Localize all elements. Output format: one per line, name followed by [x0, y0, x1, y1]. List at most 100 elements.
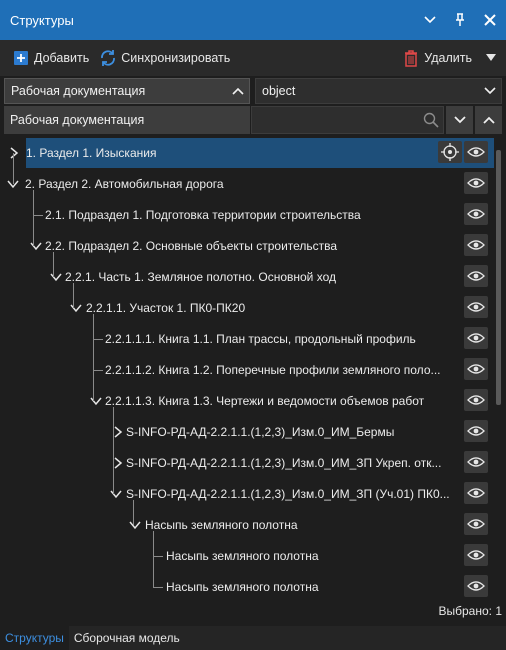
structure-tree: 1. Раздел 1. Изыскания 2. Раздел 2. Автом… [0, 138, 506, 598]
eye-icon[interactable] [464, 575, 488, 597]
search-input[interactable] [251, 106, 444, 134]
tree-node-label: S-INFO-РД-АД-2.2.1.1.(1,2,3)_Изм.0_ИМ_ЗП… [126, 487, 450, 501]
add-button-label: Добавить [34, 51, 90, 65]
tree-connector-line [93, 370, 103, 371]
eye-icon[interactable] [464, 513, 488, 535]
trash-icon [402, 49, 420, 67]
tree-connector-line [13, 153, 14, 184]
pin-icon [456, 13, 464, 26]
tree-connector-line [153, 556, 163, 557]
eye-icon[interactable] [464, 482, 488, 504]
pin-button[interactable] [446, 6, 474, 34]
eye-icon[interactable] [464, 389, 488, 411]
expand-chevron-down-icon[interactable] [70, 301, 82, 315]
tab-structures[interactable]: Структуры [0, 626, 69, 650]
selected-count: Выбрано: 1 [438, 604, 503, 618]
expand-chevron-down-icon[interactable] [90, 394, 102, 408]
sync-button[interactable]: Синхронизировать [95, 44, 234, 72]
search-icon [423, 112, 439, 128]
tree-node[interactable]: Насыпь земляного полотна [0, 510, 494, 540]
tree-node-label: 2. Раздел 2. Автомобильная дорога [25, 177, 224, 191]
tree-connector-line [113, 407, 114, 494]
eye-icon[interactable] [464, 234, 488, 256]
tree-node-label: 2.2.1.1.3. Книга 1.3. Чертежи и ведомост… [105, 394, 425, 408]
selector-row: Рабочая документация object [0, 78, 506, 104]
tree-node-label: Насыпь земляного полотна [166, 549, 319, 563]
eye-icon[interactable] [464, 203, 488, 225]
filter-row: Рабочая документация [0, 106, 506, 134]
eye-icon[interactable] [464, 358, 488, 380]
documentation-type-select[interactable]: Рабочая документация [4, 78, 250, 104]
chevron-down-icon [479, 87, 501, 95]
close-icon [484, 14, 496, 26]
expand-chevron-down-icon[interactable] [129, 518, 141, 532]
eye-icon[interactable] [464, 420, 488, 442]
tree-node[interactable]: Насыпь земляного полотна [0, 572, 494, 602]
chevron-down-icon [424, 16, 436, 24]
close-button[interactable] [476, 6, 504, 34]
tree-node-label: 2.2.1. Часть 1. Земляное полотно. Основн… [65, 270, 336, 284]
tree-node[interactable]: S-INFO-РД-АД-2.2.1.1.(1,2,3)_Изм.0_ИМ_ЗП… [0, 479, 494, 509]
chevron-down-icon [453, 116, 466, 124]
panel-titlebar: Структуры [0, 0, 506, 40]
sync-button-label: Синхронизировать [121, 51, 231, 65]
expand-chevron-down-icon[interactable] [30, 239, 42, 253]
tree-node[interactable]: Насыпь земляного полотна [0, 541, 494, 571]
tree-node[interactable]: 2.2. Подраздел 2. Основные объекты строи… [0, 231, 494, 261]
eye-icon[interactable] [464, 172, 488, 194]
tree-node[interactable]: S-INFO-РД-АД-2.2.1.1.(1,2,3)_Изм.0_ИМ_Бе… [0, 417, 494, 447]
tree-connector-line [133, 500, 134, 525]
tree-node-label: 2.1. Подраздел 1. Подготовка территории … [45, 208, 361, 222]
eye-icon[interactable] [464, 544, 488, 566]
bottom-tabs: Структуры Сборочная модель [0, 626, 506, 650]
tree-node-label: S-INFO-РД-АД-2.2.1.1.(1,2,3)_Изм.0_ИМ_Бе… [126, 425, 395, 439]
panel-title: Структуры [10, 12, 74, 28]
tree-connector-line [153, 531, 154, 587]
object-select-value: object [262, 84, 296, 98]
eye-icon[interactable] [464, 451, 488, 473]
tree-node[interactable]: 2.2.1.1. Участок 1. ПК0-ПК20 [0, 293, 494, 323]
tree-node[interactable]: 2.2.1.1.3. Книга 1.3. Чертежи и ведомост… [0, 386, 494, 416]
tree-connector-line [53, 252, 54, 277]
object-select[interactable]: object [255, 78, 502, 104]
tree-scrollbar[interactable] [496, 150, 501, 405]
tree-node-label: Насыпь земляного полотна [145, 518, 298, 532]
eye-icon[interactable] [464, 265, 488, 287]
filter-prev-button[interactable] [475, 106, 502, 134]
filter-category-label: Рабочая документация [4, 106, 250, 134]
tree-connector-line [93, 339, 103, 340]
tree-node[interactable]: S-INFO-РД-АД-2.2.1.1.(1,2,3)_Изм.0_ИМ_ЗП… [0, 448, 494, 478]
tree-connector-line [93, 314, 94, 401]
tree-node[interactable]: 1. Раздел 1. Изыскания [10, 138, 494, 168]
add-button[interactable]: Добавить [8, 44, 93, 72]
tree-node-label: 1. Раздел 1. Изыскания [26, 146, 157, 160]
tab-assembly-model[interactable]: Сборочная модель [69, 626, 185, 650]
eye-icon[interactable] [464, 327, 488, 349]
panel-menu-button[interactable] [416, 6, 444, 34]
tree-node[interactable]: 2.2.1.1.2. Книга 1.2. Поперечные профили… [0, 355, 494, 385]
tree-node-label: 2.2. Подраздел 2. Основные объекты строи… [45, 239, 338, 253]
toolbar: Добавить Синхронизировать Удалить [0, 40, 506, 76]
tree-connector-line [33, 190, 34, 246]
documentation-type-value: Рабочая документация [11, 84, 146, 98]
tree-connector-line [33, 215, 43, 216]
tree-node[interactable]: 2.1. Подраздел 1. Подготовка территории … [0, 200, 494, 230]
delete-button[interactable]: Удалить [398, 44, 476, 72]
tree-node-label: 2.2.1.1. Участок 1. ПК0-ПК20 [86, 301, 246, 315]
expand-chevron-down-icon[interactable] [50, 270, 62, 284]
tree-connector-line [153, 587, 163, 588]
filter-next-button[interactable] [446, 106, 473, 134]
tree-node[interactable]: 2. Раздел 2. Автомобильная дорога [0, 169, 494, 199]
target-icon[interactable] [438, 141, 462, 163]
tree-node-label: 2.2.1.1.2. Книга 1.2. Поперечные профили… [105, 363, 441, 377]
eye-icon[interactable] [464, 141, 488, 163]
eye-icon[interactable] [464, 296, 488, 318]
tree-node[interactable]: 2.2.1.1.1. Книга 1.1. План трассы, продо… [0, 324, 494, 354]
tree-node-label: S-INFO-РД-АД-2.2.1.1.(1,2,3)_Изм.0_ИМ_ЗП… [126, 456, 442, 470]
toolbar-overflow-button[interactable] [482, 44, 500, 72]
expand-chevron-right-icon[interactable] [8, 146, 20, 160]
tree-node[interactable]: 2.2.1. Часть 1. Земляное полотно. Основн… [0, 262, 494, 292]
delete-button-label: Удалить [424, 51, 472, 65]
expand-chevron-down-icon[interactable] [110, 487, 122, 501]
tree-connector-line [73, 283, 74, 308]
